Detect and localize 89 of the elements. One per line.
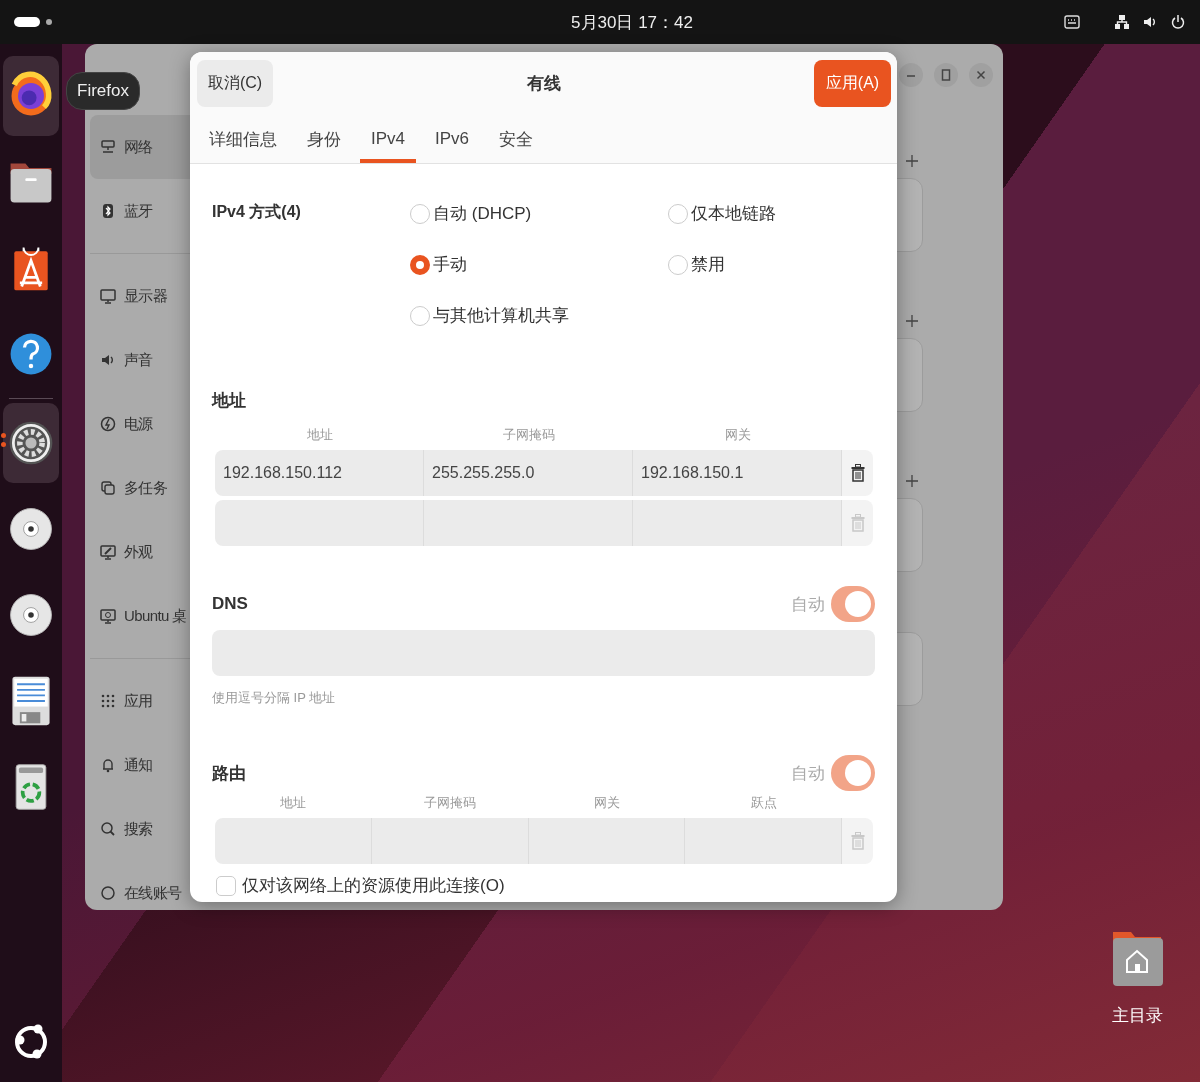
dock-item[interactable] <box>3 403 59 483</box>
sidebar-item[interactable]: 声音 <box>90 328 190 392</box>
dialog-title: 有线 <box>525 73 562 95</box>
radio-button[interactable] <box>410 305 430 326</box>
column-header: 子网掩码 <box>501 426 556 444</box>
column-header: 地址 <box>305 426 334 444</box>
column-header: 网关 <box>592 794 621 812</box>
trash-icon <box>850 832 865 850</box>
checkbox[interactable] <box>216 875 236 896</box>
desktop-icon-label[interactable]: 主目录 <box>1111 1004 1163 1027</box>
volume-icon[interactable] <box>1142 14 1158 30</box>
apply-button[interactable]: 应用(A) <box>814 60 891 107</box>
address-field[interactable] <box>633 500 842 546</box>
sidebar-item[interactable]: 电源 <box>90 392 190 456</box>
field-label: IPv4 方式(4) <box>212 202 302 222</box>
address-field[interactable] <box>528 818 686 864</box>
close-icon[interactable] <box>969 63 993 87</box>
option-label: 与其他计算机共享 <box>433 305 569 327</box>
monitor-brush-icon <box>100 544 116 560</box>
cancel-button[interactable]: 取消(C) <box>197 60 273 107</box>
address-field[interactable] <box>371 818 529 864</box>
radio-button[interactable] <box>668 254 688 275</box>
column-header: 地址 <box>279 794 308 812</box>
section-title: DNS <box>212 594 248 614</box>
address-field[interactable] <box>215 500 424 546</box>
option-label: 手动 <box>433 254 467 276</box>
keyboard-icon[interactable] <box>1064 14 1080 30</box>
tab[interactable]: 详细信息 <box>198 115 288 163</box>
sidebar-item[interactable]: 通知 <box>90 733 190 797</box>
circle-icon <box>100 885 116 901</box>
plus-icon[interactable] <box>905 314 919 328</box>
tab[interactable]: IPv4 <box>360 115 417 163</box>
auto-label: 自动 <box>791 593 825 616</box>
sidebar-item[interactable]: 网络 <box>90 115 190 179</box>
checkbox-label: 仅对该网络上的资源使用此连接(O) <box>242 875 505 897</box>
bell-icon <box>100 757 116 773</box>
search-icon <box>100 821 116 837</box>
sidebar-item[interactable]: 蓝牙 <box>90 179 190 243</box>
delete-button[interactable] <box>842 450 873 496</box>
power-icon[interactable] <box>1170 14 1186 30</box>
maximize-icon[interactable] <box>934 63 958 87</box>
sidebar-item[interactable]: 显示器 <box>90 264 190 328</box>
radio-button[interactable] <box>668 203 688 224</box>
toggle-switch[interactable] <box>831 755 875 791</box>
toggle-switch[interactable] <box>831 586 875 622</box>
minimize-icon[interactable] <box>899 63 923 87</box>
tab[interactable]: 安全 <box>488 115 545 163</box>
hint-text: 使用逗号分隔 IP 地址 <box>212 689 337 707</box>
tooltip: Firefox <box>66 72 140 110</box>
speaker-icon <box>100 352 116 368</box>
section-title: 路由 <box>212 762 246 785</box>
power-icon <box>100 416 116 432</box>
sidebar-item[interactable]: 外观 <box>90 520 190 584</box>
windows-icon <box>100 480 116 496</box>
auto-label: 自动 <box>791 762 825 785</box>
address-field[interactable] <box>424 500 633 546</box>
dock-item[interactable] <box>3 56 59 136</box>
monitor-icon <box>100 608 116 624</box>
section-title: 地址 <box>212 390 247 412</box>
monitor-icon <box>100 288 116 304</box>
sidebar-item[interactable]: 应用 <box>90 669 190 733</box>
address-field[interactable]: 255.255.255.0 <box>424 450 633 496</box>
workspace-indicator-icon[interactable] <box>14 16 54 28</box>
radio-button[interactable] <box>410 254 430 275</box>
network-icon <box>100 139 116 155</box>
address-field[interactable]: 192.168.150.1 <box>633 450 842 496</box>
sidebar-item[interactable]: 在线账号 <box>90 861 190 910</box>
option-label: 禁用 <box>691 254 725 276</box>
column-header: 子网掩码 <box>423 794 478 812</box>
trash-icon <box>850 514 865 532</box>
address-field[interactable] <box>685 818 842 864</box>
address-field[interactable]: 192.168.150.112 <box>215 450 424 496</box>
sidebar-item[interactable]: 搜索 <box>90 797 190 861</box>
address-field[interactable] <box>215 818 372 864</box>
option-label: 仅本地链路 <box>691 203 776 225</box>
bluetooth-icon <box>100 203 116 219</box>
plus-icon[interactable] <box>905 154 919 168</box>
sidebar-item[interactable]: 多任务 <box>90 456 190 520</box>
trash-icon <box>850 464 865 482</box>
network-icon[interactable] <box>1114 14 1130 30</box>
tab[interactable]: 身份 <box>296 115 352 163</box>
column-header: 跃点 <box>749 794 778 812</box>
tab[interactable]: IPv6 <box>424 115 481 163</box>
sidebar-item[interactable]: Ubuntu 桌 <box>90 584 190 648</box>
plus-icon[interactable] <box>905 474 919 488</box>
option-label: 自动 (DHCP) <box>433 203 532 225</box>
grid-icon <box>100 693 116 709</box>
radio-button[interactable] <box>410 203 430 224</box>
column-header: 网关 <box>723 426 752 444</box>
